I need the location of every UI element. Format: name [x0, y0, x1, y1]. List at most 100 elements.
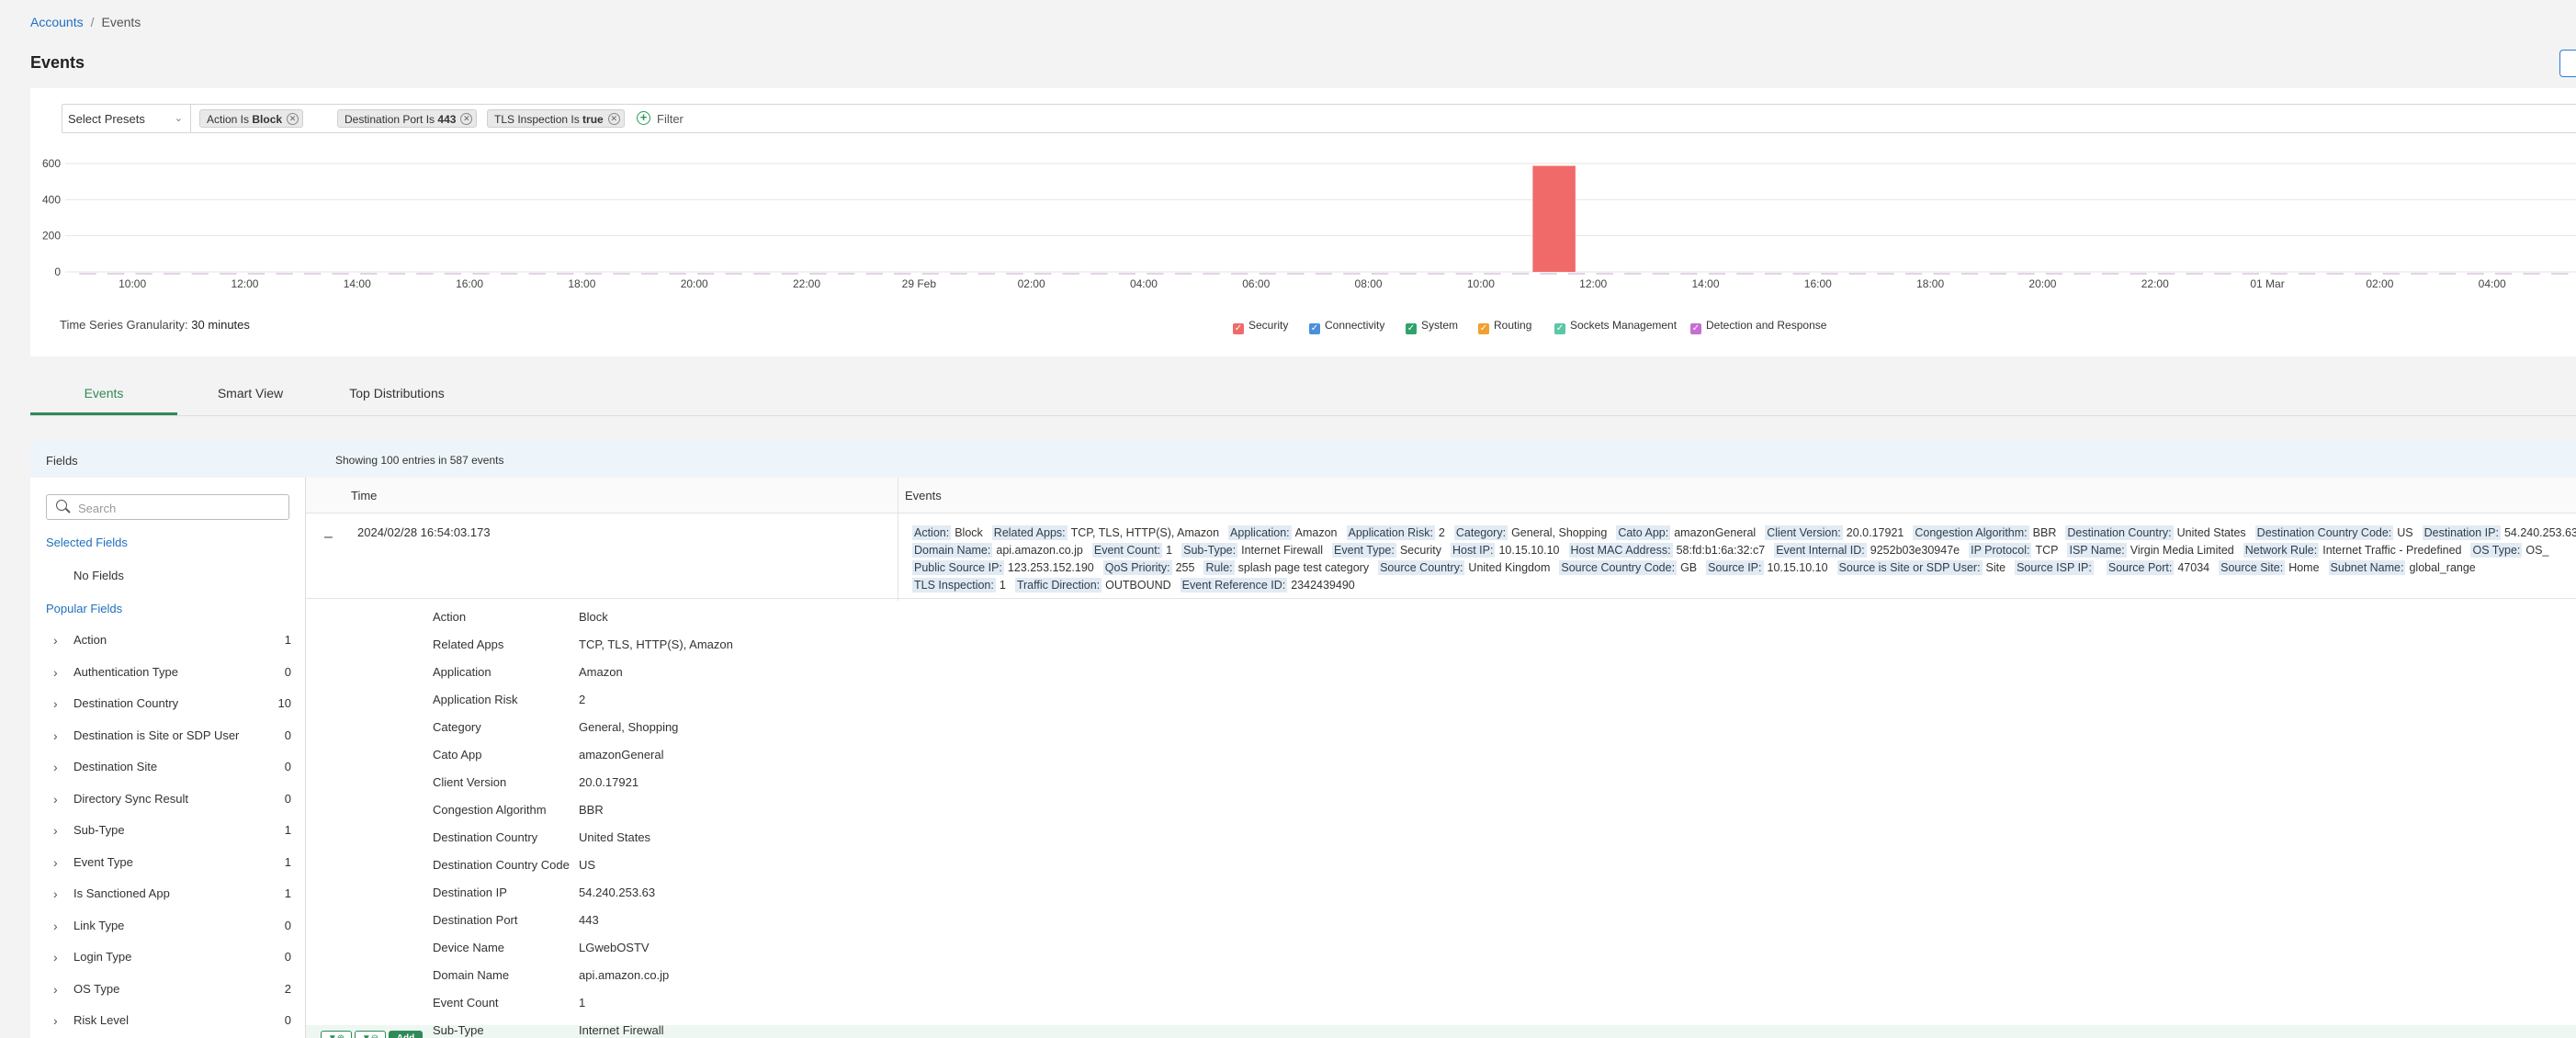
event-key[interactable]: TLS Inspection: [912, 578, 996, 592]
event-key[interactable]: Event Internal ID: [1774, 543, 1867, 558]
chart-bar[interactable] [1532, 165, 1576, 272]
event-value: amazonGeneral [1674, 526, 1757, 539]
event-key[interactable]: QoS Priority: [1102, 560, 1172, 575]
event-key[interactable]: Action: [912, 525, 952, 540]
remove-chip-icon[interactable]: ✕ [607, 113, 620, 125]
event-key[interactable]: Client Version: [1765, 525, 1843, 540]
detail-value: 1 [579, 996, 586, 1010]
popular-field-row[interactable]: › Action 1 [30, 633, 306, 664]
detail-key: Device Name [433, 941, 505, 954]
event-key[interactable]: Source Country Code: [1559, 560, 1678, 575]
remove-chip-icon[interactable]: ✕ [287, 113, 299, 125]
event-key[interactable]: ISP Name: [2067, 543, 2127, 558]
chevron-right-icon: › [53, 823, 58, 838]
popular-field-row[interactable]: › Event Type 1 [30, 855, 306, 886]
event-key[interactable]: Rule: [1203, 560, 1235, 575]
event-key[interactable]: Source Site: [2219, 560, 2286, 575]
filter-chip-tls-inspection[interactable]: TLS Inspection Is true ✕ [487, 109, 625, 128]
popular-field-row[interactable]: › Login Type 0 [30, 950, 306, 981]
fields-header: Fields [30, 441, 306, 478]
popular-field-row[interactable]: › Destination Site 0 [30, 760, 306, 791]
event-key[interactable]: Source IP: [1706, 560, 1764, 575]
event-value: GB [1680, 561, 1698, 574]
detail-row: Action Block [306, 603, 2576, 630]
event-key[interactable]: Related Apps: [991, 525, 1068, 540]
checkbox-icon: ✓ [1554, 323, 1565, 334]
popular-field-row[interactable]: › OS Type 2 [30, 982, 306, 1013]
filter-include-button[interactable]: ▼⊕ [321, 1031, 352, 1038]
event-key[interactable]: Domain Name: [912, 543, 993, 558]
top-right-button[interactable] [2559, 50, 2576, 77]
event-key[interactable]: Application Risk: [1346, 525, 1435, 540]
legend-sockets-management[interactable]: ✓ Sockets Management [1554, 319, 1677, 334]
event-key[interactable]: Source Country: [1378, 560, 1465, 575]
popular-field-row[interactable]: › Is Sanctioned App 1 [30, 886, 306, 918]
field-count: 1 [284, 886, 291, 900]
popular-field-row[interactable]: › Directory Sync Result 0 [30, 792, 306, 823]
legend-label: Detection and Response [1706, 319, 1827, 332]
chevron-right-icon: › [53, 854, 58, 870]
presets-select[interactable]: Select Presets ⌄ [62, 105, 191, 132]
legend-detection-response[interactable]: ✓ Detection and Response [1690, 319, 1826, 334]
event-key[interactable]: IP Protocol: [1969, 543, 2032, 558]
event-key[interactable]: Source Port: [2106, 560, 2175, 575]
add-field-button[interactable]: Add [389, 1031, 423, 1038]
popular-field-row[interactable]: › Link Type 0 [30, 919, 306, 950]
event-key[interactable]: Source is Site or SDP User: [1836, 560, 1983, 575]
event-key[interactable]: Destination Country Code: [2254, 525, 2394, 540]
popular-field-row[interactable]: › Authentication Type 0 [30, 665, 306, 696]
legend-routing[interactable]: ✓ Routing [1478, 319, 1531, 334]
remove-chip-icon[interactable]: ✕ [460, 113, 473, 125]
tab-events[interactable]: Events [30, 386, 177, 401]
popular-field-row[interactable]: › Risk Level 0 [30, 1013, 306, 1038]
filter-exclude-button[interactable]: ▼⊖ [355, 1031, 386, 1038]
field-count: 0 [284, 664, 291, 679]
legend-security[interactable]: ✓ Security [1233, 319, 1288, 334]
event-key[interactable]: Host MAC Address: [1568, 543, 1673, 558]
event-key[interactable]: Event Type: [1332, 543, 1396, 558]
filter-input[interactable]: Filter [657, 112, 684, 126]
column-header-time[interactable]: Time [351, 489, 377, 502]
filter-chip-action[interactable]: Action Is Block ✕ [199, 109, 304, 128]
detail-value: TCP, TLS, HTTP(S), Amazon [579, 637, 733, 651]
legend-connectivity[interactable]: ✓ Connectivity [1309, 319, 1384, 334]
event-key[interactable]: Traffic Direction: [1014, 578, 1102, 592]
event-key[interactable]: Destination Country: [2065, 525, 2174, 540]
event-key[interactable]: Event Reference ID: [1180, 578, 1288, 592]
detail-row: Domain Name api.amazon.co.jp [306, 961, 2576, 988]
popular-field-row[interactable]: › Sub-Type 1 [30, 823, 306, 854]
breadcrumb-accounts-link[interactable]: Accounts [30, 15, 84, 29]
field-count: 0 [284, 728, 291, 742]
popular-field-row[interactable]: › Destination is Site or SDP User 0 [30, 728, 306, 760]
tab-top-distributions[interactable]: Top Distributions [323, 386, 470, 401]
collapse-row-icon[interactable]: – [324, 529, 333, 546]
event-key[interactable]: Source ISP IP: [2015, 560, 2094, 575]
event-key[interactable]: Congestion Algorithm: [1913, 525, 2029, 540]
event-key[interactable]: Destination IP: [2422, 525, 2501, 540]
event-key[interactable]: OS Type: [2470, 543, 2523, 558]
event-key[interactable]: Sub-Type: [1181, 543, 1238, 558]
event-key[interactable]: Category: [1453, 525, 1508, 540]
field-search-input[interactable]: Search [46, 494, 289, 520]
event-value: Home [2288, 561, 2320, 574]
add-filter-icon[interactable]: + [637, 111, 650, 125]
event-summary-line: TLS Inspection: 1 Traffic Direction: OUTBOU… [912, 578, 1364, 592]
popular-field-row[interactable]: › Destination Country 10 [30, 696, 306, 728]
filter-chip-destination-port[interactable]: Destination Port Is 443 ✕ [337, 109, 478, 128]
event-key[interactable]: Cato App: [1616, 525, 1671, 540]
active-tab-indicator [30, 412, 177, 415]
event-key[interactable]: Network Rule: [2243, 543, 2320, 558]
detail-value: 2 [579, 693, 586, 706]
legend-label: Security [1248, 319, 1289, 332]
legend-system[interactable]: ✓ System [1406, 319, 1458, 334]
event-key[interactable]: Event Count: [1091, 543, 1163, 558]
event-key[interactable]: Subnet Name: [2328, 560, 2406, 575]
column-header-events[interactable]: Events [905, 489, 942, 502]
event-value: 123.253.152.190 [1007, 561, 1094, 574]
field-name: Destination Site [73, 760, 158, 773]
event-key[interactable]: Host IP: [1450, 543, 1496, 558]
granularity-info: Time Series Granularity: 30 minutes [60, 318, 250, 332]
tab-smart-view[interactable]: Smart View [184, 386, 317, 401]
event-key[interactable]: Public Source IP: [912, 560, 1004, 575]
event-key[interactable]: Application: [1228, 525, 1292, 540]
